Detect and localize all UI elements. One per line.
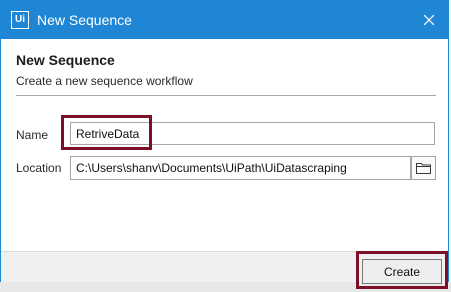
browse-folder-button[interactable] bbox=[411, 156, 436, 180]
dialog-header: New Sequence Create a new sequence workf… bbox=[1, 39, 448, 109]
title-bar[interactable]: Ui New Sequence bbox=[1, 1, 448, 39]
uipath-app-icon: Ui bbox=[11, 11, 29, 29]
header-divider bbox=[16, 95, 436, 96]
location-label: Location bbox=[16, 161, 62, 175]
close-icon bbox=[424, 15, 434, 25]
window-title: New Sequence bbox=[37, 12, 132, 28]
dialog-subheading: Create a new sequence workflow bbox=[16, 74, 193, 88]
name-label: Name bbox=[16, 128, 49, 142]
close-button[interactable] bbox=[414, 5, 444, 35]
folder-icon bbox=[416, 163, 431, 174]
new-sequence-dialog: Ui New Sequence New Sequence Create a ne… bbox=[0, 0, 449, 282]
name-input[interactable] bbox=[70, 122, 435, 145]
dialog-heading: New Sequence bbox=[16, 52, 115, 68]
create-button[interactable]: Create bbox=[362, 259, 442, 284]
location-input[interactable] bbox=[70, 156, 411, 180]
